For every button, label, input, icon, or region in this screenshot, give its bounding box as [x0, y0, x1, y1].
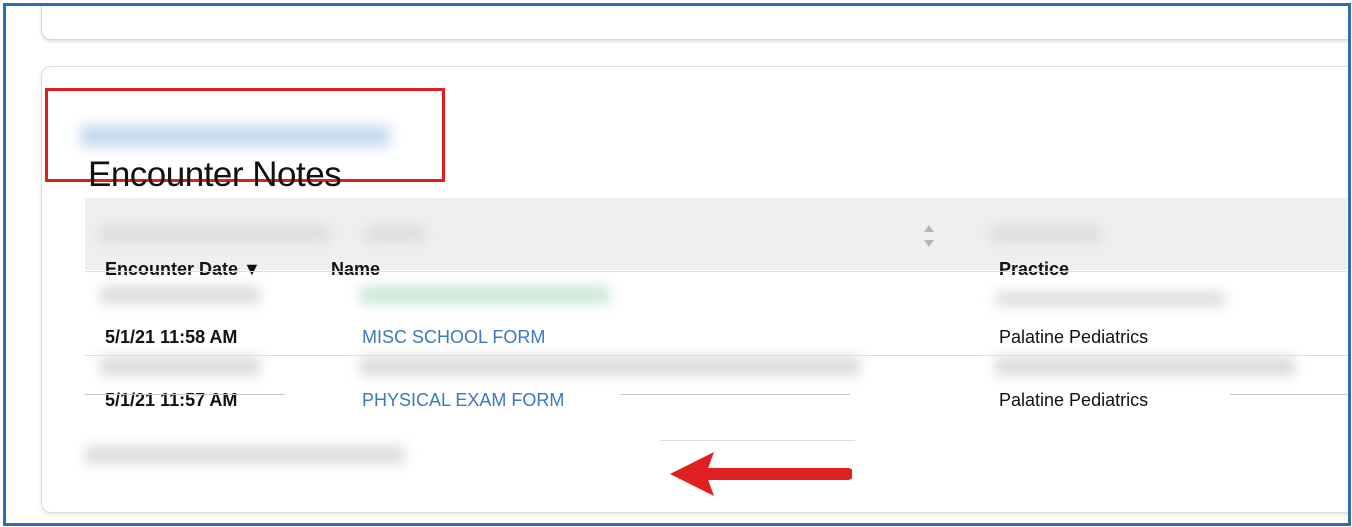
row-2-name-link[interactable]: PHYSICAL EXAM FORM: [362, 390, 564, 411]
column-header-date-label: Encounter Date: [105, 259, 239, 279]
blurred-footer-text: [85, 446, 405, 464]
row-1-practice: Palatine Pediatrics: [999, 327, 1149, 347]
blurred-row-text: [100, 356, 260, 376]
previous-card: [41, 6, 1348, 40]
blurred-row-text: [360, 356, 860, 376]
blurred-header-text: [100, 226, 330, 242]
column-header-encounter-date[interactable]: Encounter Date ▼: [105, 259, 261, 280]
row-divider: [85, 355, 1347, 356]
row-divider: [1230, 394, 1347, 395]
row-1-name-link[interactable]: MISC SCHOOL FORM: [362, 327, 545, 348]
sort-arrows-icon[interactable]: [922, 222, 936, 250]
blurred-header-text: [365, 226, 425, 242]
column-header-practice[interactable]: Practice: [999, 259, 1069, 280]
blurred-row-text: [360, 286, 610, 304]
header-divider: [85, 271, 1347, 272]
blurred-header-text: [990, 226, 1100, 242]
row-1-date: 5/1/21 11:58 AM: [105, 327, 238, 347]
left-arrow-icon: [670, 452, 852, 496]
row-divider: [620, 394, 850, 395]
row-divider: [85, 394, 285, 395]
sort-descending-icon: ▼: [243, 259, 261, 279]
blurred-row-text: [995, 292, 1225, 306]
blurred-row-text: [995, 356, 1295, 376]
blurred-row-text: [100, 286, 260, 304]
section-title: Encounter Notes: [88, 155, 342, 194]
row-2-practice: Palatine Pediatrics: [999, 390, 1149, 410]
column-header-name[interactable]: Name: [331, 259, 380, 280]
